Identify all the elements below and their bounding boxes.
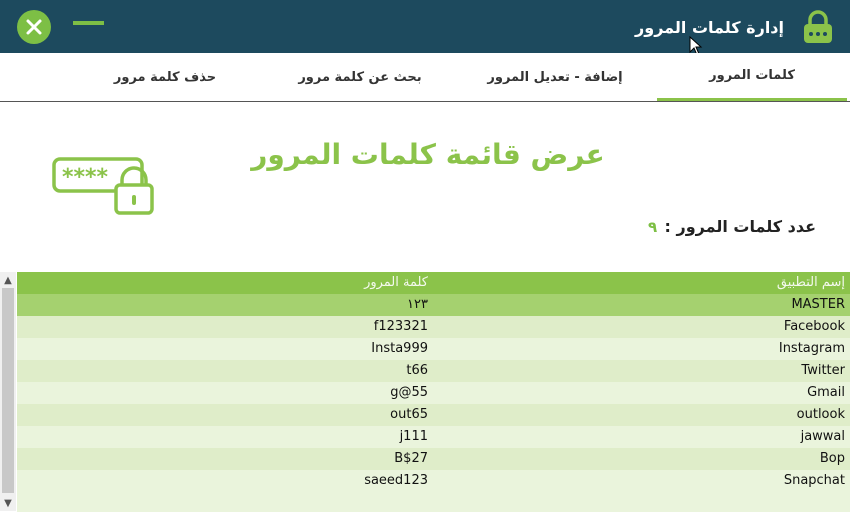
password-count-value: ٩ — [648, 218, 658, 236]
tab-delete[interactable]: حذف كلمة مرور — [70, 53, 260, 101]
cell-password: t66 — [406, 363, 428, 378]
cell-app-name: Gmail — [807, 385, 845, 400]
cell-password: saeed123 — [364, 473, 428, 488]
cell-password: B$27 — [394, 451, 428, 466]
password-lock-icon: **** — [52, 157, 154, 215]
cell-app-name: MASTER — [791, 297, 845, 312]
column-header-password[interactable]: كلمة المرور — [364, 275, 428, 290]
app-title: إدارة كلمات المرور — [635, 18, 784, 37]
tab-search[interactable]: بحث عن كلمة مرور — [265, 53, 455, 101]
cell-app-name: Snapchat — [783, 473, 845, 488]
scrollbar-thumb[interactable] — [2, 288, 14, 493]
cell-password: out65 — [390, 407, 428, 422]
cell-app-name: Facebook — [783, 319, 845, 334]
cell-app-name: Twitter — [801, 363, 845, 378]
cell-app-name: jawwal — [800, 429, 845, 444]
tab-add-edit[interactable]: إضافة - تعديل المرور — [460, 53, 650, 101]
table-row[interactable]: MASTER ١٢٣ — [17, 294, 850, 316]
cell-app-name: Bop — [819, 451, 845, 466]
scroll-up-icon[interactable]: ▲ — [0, 272, 16, 288]
passwords-table: ▲ ▼ إسم التطبيق كلمة المرور MASTER ١٢٣ F… — [0, 272, 850, 512]
cell-password: ١٢٣ — [407, 297, 428, 312]
cell-password: j111 — [399, 429, 428, 444]
svg-text:****: **** — [62, 165, 109, 190]
table-row[interactable]: jawwal j111 — [17, 426, 850, 448]
scroll-down-icon[interactable]: ▼ — [0, 495, 16, 511]
table-row[interactable]: Instagram Insta999 — [17, 338, 850, 360]
table-row[interactable]: Gmail g@55 — [17, 382, 850, 404]
close-button[interactable] — [17, 10, 51, 44]
cell-password: Insta999 — [371, 341, 428, 356]
column-header-app[interactable]: إسم التطبيق — [777, 275, 845, 290]
table-row-empty[interactable] — [17, 492, 850, 512]
page-title: عرض قائمة كلمات المرور — [251, 138, 605, 171]
cell-app-name: outlook — [796, 407, 845, 422]
table-row[interactable]: Twitter t66 — [17, 360, 850, 382]
vertical-scrollbar[interactable]: ▲ ▼ — [0, 272, 16, 511]
tab-passwords[interactable]: كلمات المرور — [657, 53, 847, 101]
title-bar: إدارة كلمات المرور — [0, 0, 850, 56]
minimize-button[interactable] — [73, 15, 105, 29]
password-count-label: عدد كلمات المرور : — [664, 217, 816, 236]
cell-password: g@55 — [390, 385, 428, 400]
table-row[interactable]: outlook out65 — [17, 404, 850, 426]
table-row[interactable]: Snapchat saeed123 — [17, 470, 850, 492]
close-icon — [26, 19, 42, 35]
cell-app-name: Instagram — [778, 341, 845, 356]
lock-icon — [804, 10, 832, 43]
table-row[interactable]: Bop B$27 — [17, 448, 850, 470]
cell-password: f123321 — [373, 319, 428, 334]
table-body: إسم التطبيق كلمة المرور MASTER ١٢٣ Faceb… — [17, 272, 850, 512]
table-row[interactable]: Facebook f123321 — [17, 316, 850, 338]
tab-bar: كلمات المرور إضافة - تعديل المرور بحث عن… — [0, 53, 850, 102]
table-header-row: إسم التطبيق كلمة المرور — [17, 272, 850, 294]
